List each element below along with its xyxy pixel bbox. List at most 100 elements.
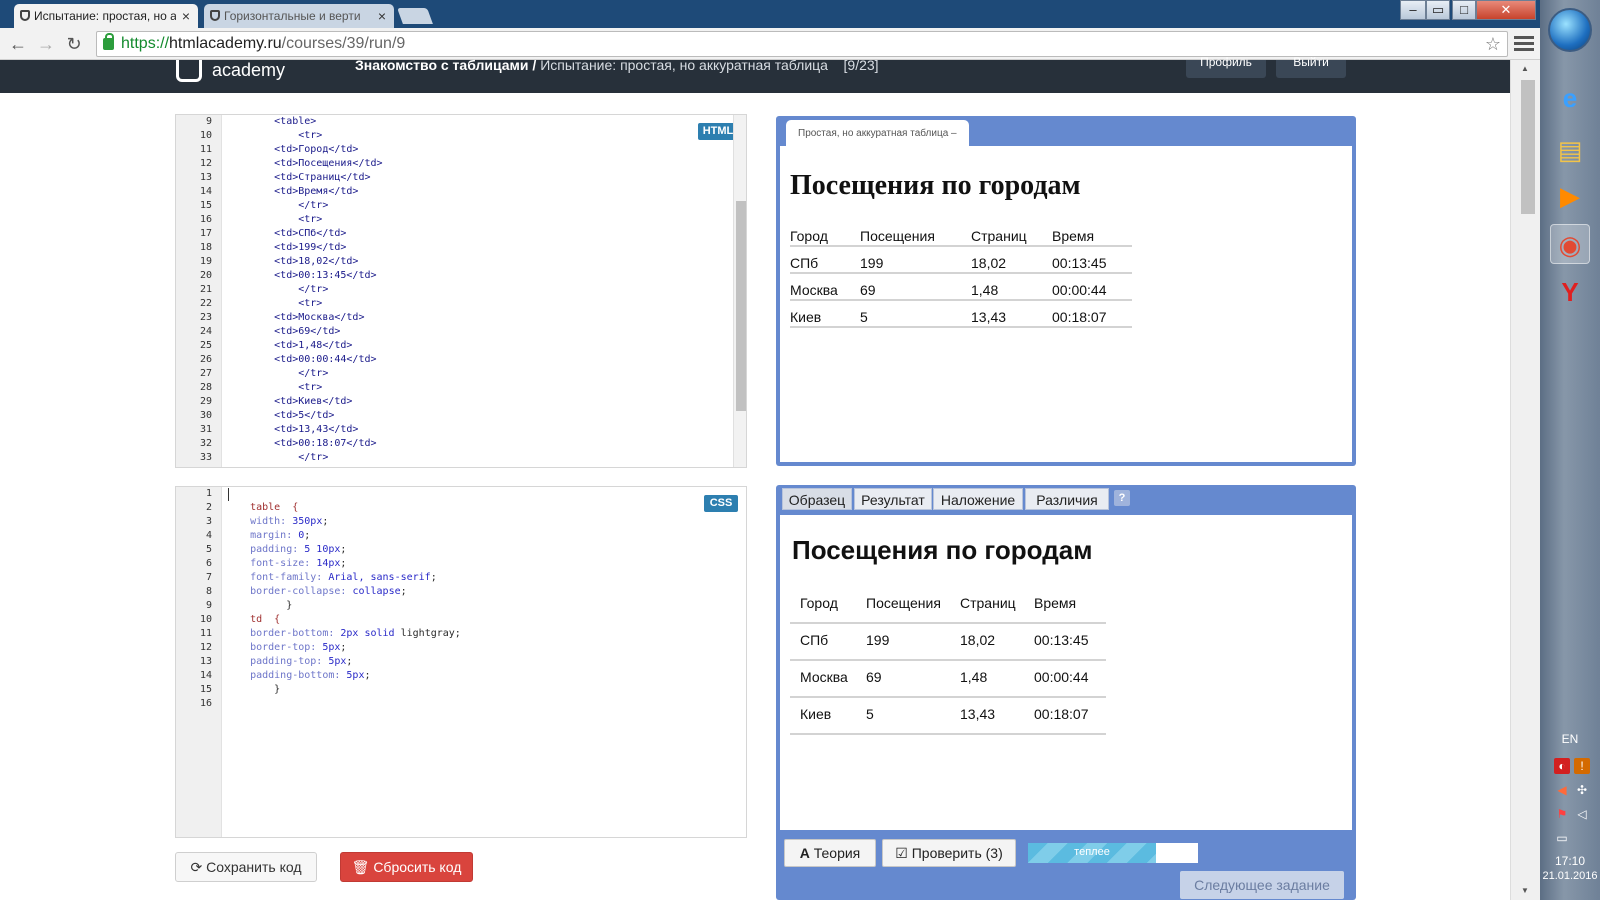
site-logo-text[interactable]: academy [212,60,285,80]
new-tab-button[interactable] [397,8,433,24]
code-text: td { [226,613,280,627]
code-text: padding-top: 5px; [226,655,352,669]
css-value: 5px [340,670,365,681]
line-number: 17 [199,228,212,239]
code-text: <td>00:13:45</td> [226,270,377,281]
table-cell: 00:18:07 [1034,706,1089,722]
notification-icon[interactable]: ! [1574,758,1590,774]
clock-date[interactable]: 21.01.2016 [1540,870,1600,882]
code-line: 13 padding-top: 5px; [176,655,686,669]
css-property: padding-top: [226,656,323,667]
reload-icon[interactable]: ↻ [62,32,86,56]
scrollbar-thumb[interactable] [736,201,746,411]
forward-arrow-icon[interactable]: → [34,32,58,56]
media-player-icon[interactable]: ▶ [1550,176,1590,216]
restore-window-button[interactable]: ▭ [1426,0,1450,20]
help-badge[interactable]: ? [1114,490,1130,506]
language-indicator[interactable]: EN [1540,732,1600,746]
file-explorer-icon[interactable]: ▤ [1550,130,1590,170]
save-code-label: Сохранить код [206,859,302,875]
close-icon[interactable]: × [378,8,386,24]
windows-taskbar: e ▤ ▶ ◉ Y EN ◐ ! ◀ ✣ ⚑ ◁ ▭ 17:10 21.01.2… [1540,0,1600,900]
minimize-window-button[interactable]: – [1400,0,1426,20]
code-line: 33 </tr> [176,451,686,465]
preview-tab-4[interactable]: Различия [1025,488,1109,510]
table-cell: Посещения [866,595,941,611]
action-center-icon[interactable]: ▭ [1554,830,1570,846]
academy-logo-icon[interactable] [176,60,202,82]
bookmark-star-icon[interactable]: ☆ [1485,32,1501,56]
network-icon[interactable]: ✣ [1574,782,1590,798]
sample-table: Город Посещения Страниц Время СПб 199 18,02 00:… [790,595,1106,755]
css-tail: ; [346,656,353,667]
table-cell: 00:00:44 [1034,669,1089,685]
table-row-border [790,622,1106,624]
logout-button[interactable]: Выйти [1276,56,1346,78]
volume-icon[interactable]: ◁ [1574,806,1590,822]
line-number: 12 [199,158,212,169]
line-number: 5 [205,544,212,555]
close-window-button[interactable]: ✕ [1476,0,1536,20]
page-scrollbar[interactable]: ▲ ▼ [1510,60,1540,900]
profile-button[interactable]: Профиль [1186,56,1266,78]
preview-tab-1[interactable]: Образец [782,488,852,510]
table-cell: Город [800,595,838,611]
page-scrollbar-thumb[interactable] [1521,80,1535,214]
preview-tab-3[interactable]: Наложение [933,488,1023,510]
line-number: 23 [199,312,212,323]
code-line: 27 </tr> [176,367,686,381]
close-icon[interactable]: × [182,8,190,24]
internet-explorer-icon[interactable]: e [1550,78,1590,118]
css-property: border-top: [226,642,317,653]
chrome-icon[interactable]: ◉ [1550,224,1590,264]
clock-time[interactable]: 17:10 [1540,854,1600,868]
line-number: 28 [199,382,212,393]
preview-tab-2[interactable]: Результат [854,488,932,510]
next-task-button[interactable]: Следующее задание [1180,871,1344,899]
speaker-muted-icon[interactable]: ◀ [1554,782,1570,798]
html-editor-scrollbar[interactable] [733,115,746,467]
reset-code-button[interactable]: 🗑 Сбросить код [340,852,473,882]
code-text: border-top: 5px; [226,641,346,655]
code-line: 12 <td>Посещения</td> [176,157,686,171]
code-line: 31 <td>13,43</td> [176,423,686,437]
theory-button[interactable]: A Теория [784,839,876,867]
start-button-icon[interactable] [1548,8,1592,52]
line-number: 25 [199,340,212,351]
antivirus-icon[interactable]: ◐ [1554,758,1570,774]
table-row-border [790,272,1132,274]
site-header: academy Знакомство с таблицами / Испытан… [0,56,1510,93]
back-arrow-icon[interactable]: ← [6,32,30,56]
yandex-browser-icon[interactable]: Y [1550,272,1590,312]
css-tail: ; [340,642,347,653]
browser-tab-inactive[interactable]: Горизонтальные и верти × [204,4,394,28]
code-text: <td>13,43</td> [226,424,359,435]
check-button[interactable]: ☑ Проверить (3) [882,839,1016,867]
css-code-editor[interactable]: 12 table {3 width: 350px; 4 margin: 0; 5 p… [175,486,747,838]
code-line: 14 padding-bottom: 5px; [176,669,686,683]
scroll-up-icon[interactable]: ▲ [1521,64,1529,73]
maximize-window-button[interactable]: □ [1452,0,1476,20]
browser-tab-active[interactable]: Испытание: простая, но а × [14,4,198,28]
theory-icon: A [799,845,810,861]
line-number: 14 [199,670,212,681]
breadcrumb-section[interactable]: Знакомство с таблицами / [355,57,536,73]
line-number: 22 [199,298,212,309]
css-property: padding: [226,544,299,555]
scroll-down-icon[interactable]: ▼ [1521,886,1529,895]
hamburger-menu-icon[interactable] [1514,34,1534,54]
save-code-button[interactable]: ⟳ Сохранить код [175,852,317,882]
flag-error-icon[interactable]: ⚑ [1554,806,1570,822]
css-tail: ; [340,558,347,569]
address-bar[interactable]: https://htmlacademy.ru/courses/39/run/9 … [96,31,1508,57]
code-text: padding: 5 10px; [226,543,346,557]
table-cell: Киев [800,706,832,722]
css-value: 350px [286,516,323,527]
css-property: font-family: [226,572,323,583]
css-property: padding-bottom: [226,670,341,681]
css-value: 0 [292,530,305,541]
table-cell: Москва [790,282,838,298]
table-cell: Время [1034,595,1077,611]
code-line: 19 <td>18,02</td> [176,255,686,269]
html-code-editor[interactable]: 9 <table> 10 <tr> 11 <td>Город</td> 12 <td>… [175,114,747,468]
